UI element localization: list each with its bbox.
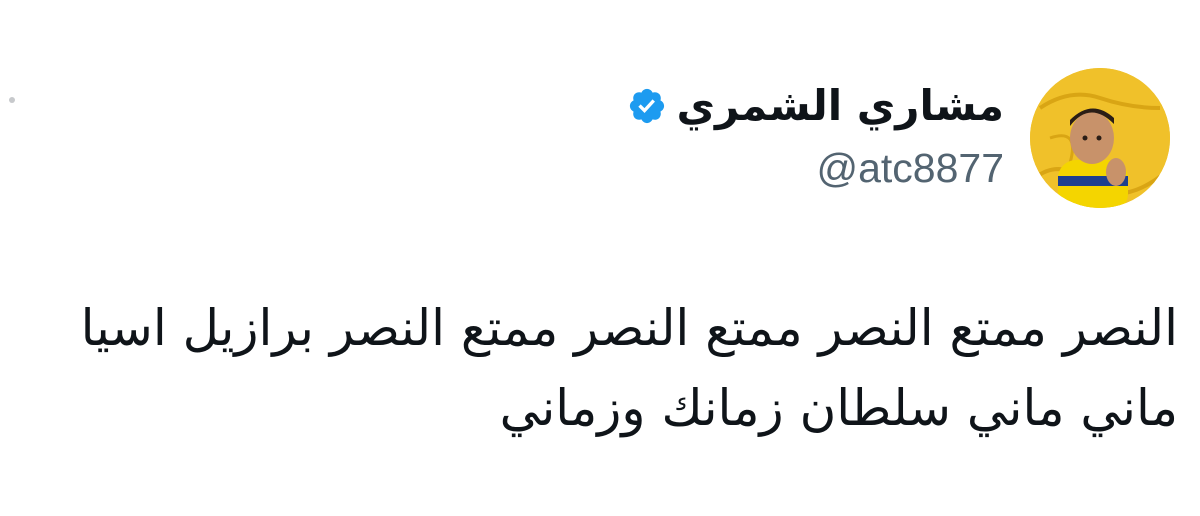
avatar[interactable] (1030, 68, 1170, 208)
avatar-photo (1030, 68, 1170, 208)
author-handle[interactable]: @atc8877 (404, 140, 1004, 196)
tweet-text-line: النصر ممتع النصر ممتع النصر ممتع النصر ب… (80, 299, 1178, 357)
tweet-header: مشاري الشمري @atc8877 (404, 74, 1004, 196)
tweet-text-line: ماني ماني سلطان زمانك وزماني (499, 379, 1178, 437)
author-name-row: مشاري الشمري (404, 74, 1004, 138)
more-options-icon[interactable] (4, 92, 20, 108)
author-display-name[interactable]: مشاري الشمري (677, 74, 1005, 138)
tweet-card: مشاري الشمري @atc8877 النصر ممتع النصر م… (0, 0, 1200, 516)
verified-badge-icon (629, 88, 664, 124)
tweet-text: النصر ممتع النصر ممتع النصر ممتع النصر ب… (18, 288, 1178, 448)
